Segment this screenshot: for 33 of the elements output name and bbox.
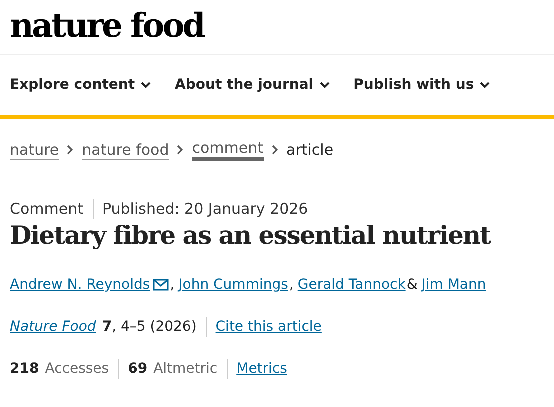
current-page-label: article (286, 141, 334, 159)
author-link[interactable]: Andrew N. Reynolds (10, 277, 150, 293)
article-title: Dietary fibre as an essential nutrient (9, 220, 492, 250)
article-type: Comment (10, 200, 84, 218)
author-link[interactable]: Gerald Tannock (298, 277, 406, 293)
nav-menu-item[interactable]: Explore content (10, 77, 152, 93)
author-separator: & (406, 277, 418, 293)
metric-count: 218 (10, 361, 40, 377)
citation-details: 7, 4–5 (2026) (102, 319, 197, 335)
author-separator: , (289, 277, 294, 293)
chevron-right-icon (67, 145, 74, 155)
cite-link[interactable]: Cite this article (216, 319, 322, 335)
breadcrumb-link[interactable]: nature food (82, 140, 170, 160)
author-link[interactable]: Jim Mann (422, 277, 486, 293)
metrics-link[interactable]: Metrics (236, 361, 288, 377)
chevron-down-icon (141, 82, 152, 88)
nav-menu-item[interactable]: Publish with us (354, 77, 490, 93)
metric-label: Altmetric (154, 361, 218, 377)
chevron-right-icon (177, 145, 184, 155)
metric-count: 69 (128, 361, 148, 377)
author-separator: , (170, 277, 175, 293)
author-link[interactable]: John Cummings (178, 277, 288, 293)
chevron-right-icon (272, 145, 278, 155)
breadcrumb-link[interactable]: comment (192, 139, 264, 161)
chevron-down-icon (320, 82, 330, 88)
publication-date: Published: 20 January 2026 (102, 200, 308, 218)
breadcrumb-link[interactable]: nature (10, 140, 60, 160)
journal-logo[interactable]: nature food (0, 0, 554, 55)
journal-link[interactable]: Nature Food (10, 319, 96, 335)
metric-label: Accesses (45, 361, 110, 377)
email-icon[interactable] (153, 279, 170, 291)
chevron-down-icon (480, 82, 490, 88)
nav-menu-item[interactable]: About the journal (175, 77, 330, 93)
